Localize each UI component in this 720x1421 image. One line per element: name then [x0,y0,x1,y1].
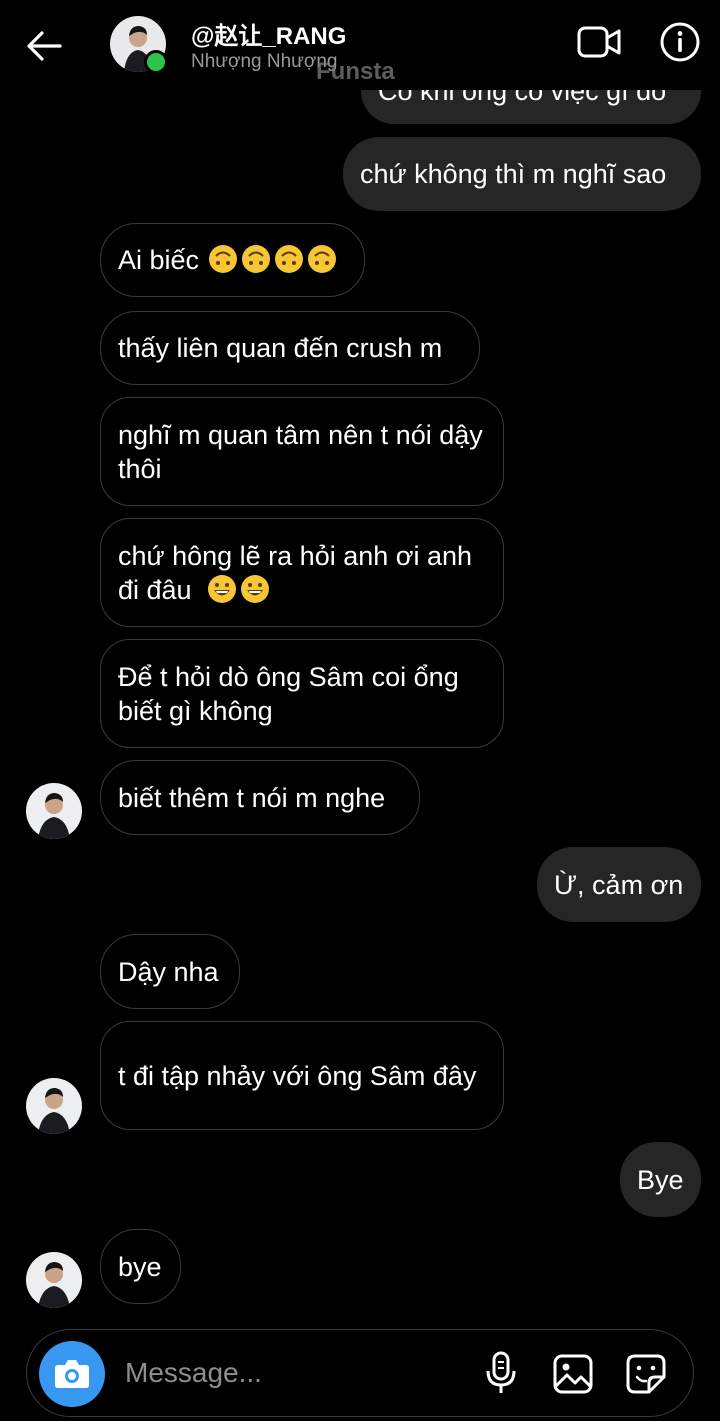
sender-avatar[interactable] [26,1078,82,1134]
message-text: Để t hỏi dò ông Sâm coi ổng biết gì khôn… [118,661,459,726]
upside-down-face-emoji-icon [209,245,238,273]
message-text: Dậy nha [118,956,219,987]
gallery-icon[interactable] [552,1353,594,1395]
message-text: bye [118,1251,162,1282]
message-text: thấy liên quan đến crush m [118,333,443,363]
message-text: nghĩ m quan tâm nên t nói dậy thôi [118,419,483,484]
message-bubble-sent[interactable]: Ừ, cảm ơn [537,847,701,922]
grinning-face-emoji-icon [208,574,237,603]
info-icon[interactable] [659,21,701,63]
camera-button[interactable] [39,1341,105,1407]
message-text-content: chứ hông lẽ ra hỏi anh ơi anh đi đâu [118,540,473,605]
message-text: chứ không thì m nghĩ sao [360,159,667,189]
message-bubble-received[interactable]: Ai biếc [100,223,365,297]
message-text: Ai biếc [118,245,200,275]
sticker-icon[interactable] [625,1353,667,1395]
grinning-face-emoji-icon [241,574,270,603]
upside-down-face-emoji-icon [308,245,337,273]
chat-header: @赵让_RANG Nhượng Nhượng Funsta [0,0,720,90]
message-bubble-received[interactable]: Dậy nha [100,934,240,1009]
sender-avatar[interactable] [26,1252,82,1308]
message-bubble-received[interactable]: thấy liên quan đến crush m [100,311,480,385]
message-bubble-received[interactable]: bye [100,1229,181,1304]
contact-username[interactable]: @赵让_RANG [191,16,346,51]
message-bubble-received[interactable]: t đi tập nhảy với ông Sâm đây [100,1021,504,1130]
online-status-dot [144,50,168,74]
message-input[interactable] [123,1352,447,1394]
message-text: Bye [637,1164,684,1195]
upside-down-face-emoji-icon [242,245,271,273]
message-text: t đi tập nhảy với ông Sâm đây [118,1060,477,1091]
sender-avatar[interactable] [26,783,82,839]
camera-icon [55,1360,89,1388]
message-text: Ừ, cảm ơn [554,869,684,900]
message-bubble-received[interactable]: Để t hỏi dò ông Sâm coi ổng biết gì khôn… [100,639,504,748]
message-bubble-received[interactable]: nghĩ m quan tâm nên t nói dậy thôi [100,397,504,506]
message-text: chứ hông lẽ ra hỏi anh ơi anh đi đâu [118,539,486,607]
back-arrow-icon[interactable] [24,26,64,66]
message-text: biết thêm t nói m nghe [118,782,386,813]
message-composer [26,1329,694,1417]
watermark: Funsta [316,58,395,85]
message-bubble-sent[interactable]: chứ không thì m nghĩ sao [343,137,701,211]
emoji-group [208,243,340,277]
message-bubble-received[interactable]: chứ hông lẽ ra hỏi anh ơi anh đi đâu [100,518,504,627]
message-bubble-sent[interactable]: Bye [620,1142,701,1217]
message-bubble-received[interactable]: biết thêm t nói m nghe [100,760,420,835]
upside-down-face-emoji-icon [275,245,304,273]
microphone-icon[interactable] [482,1350,520,1396]
video-call-icon[interactable] [576,22,622,62]
